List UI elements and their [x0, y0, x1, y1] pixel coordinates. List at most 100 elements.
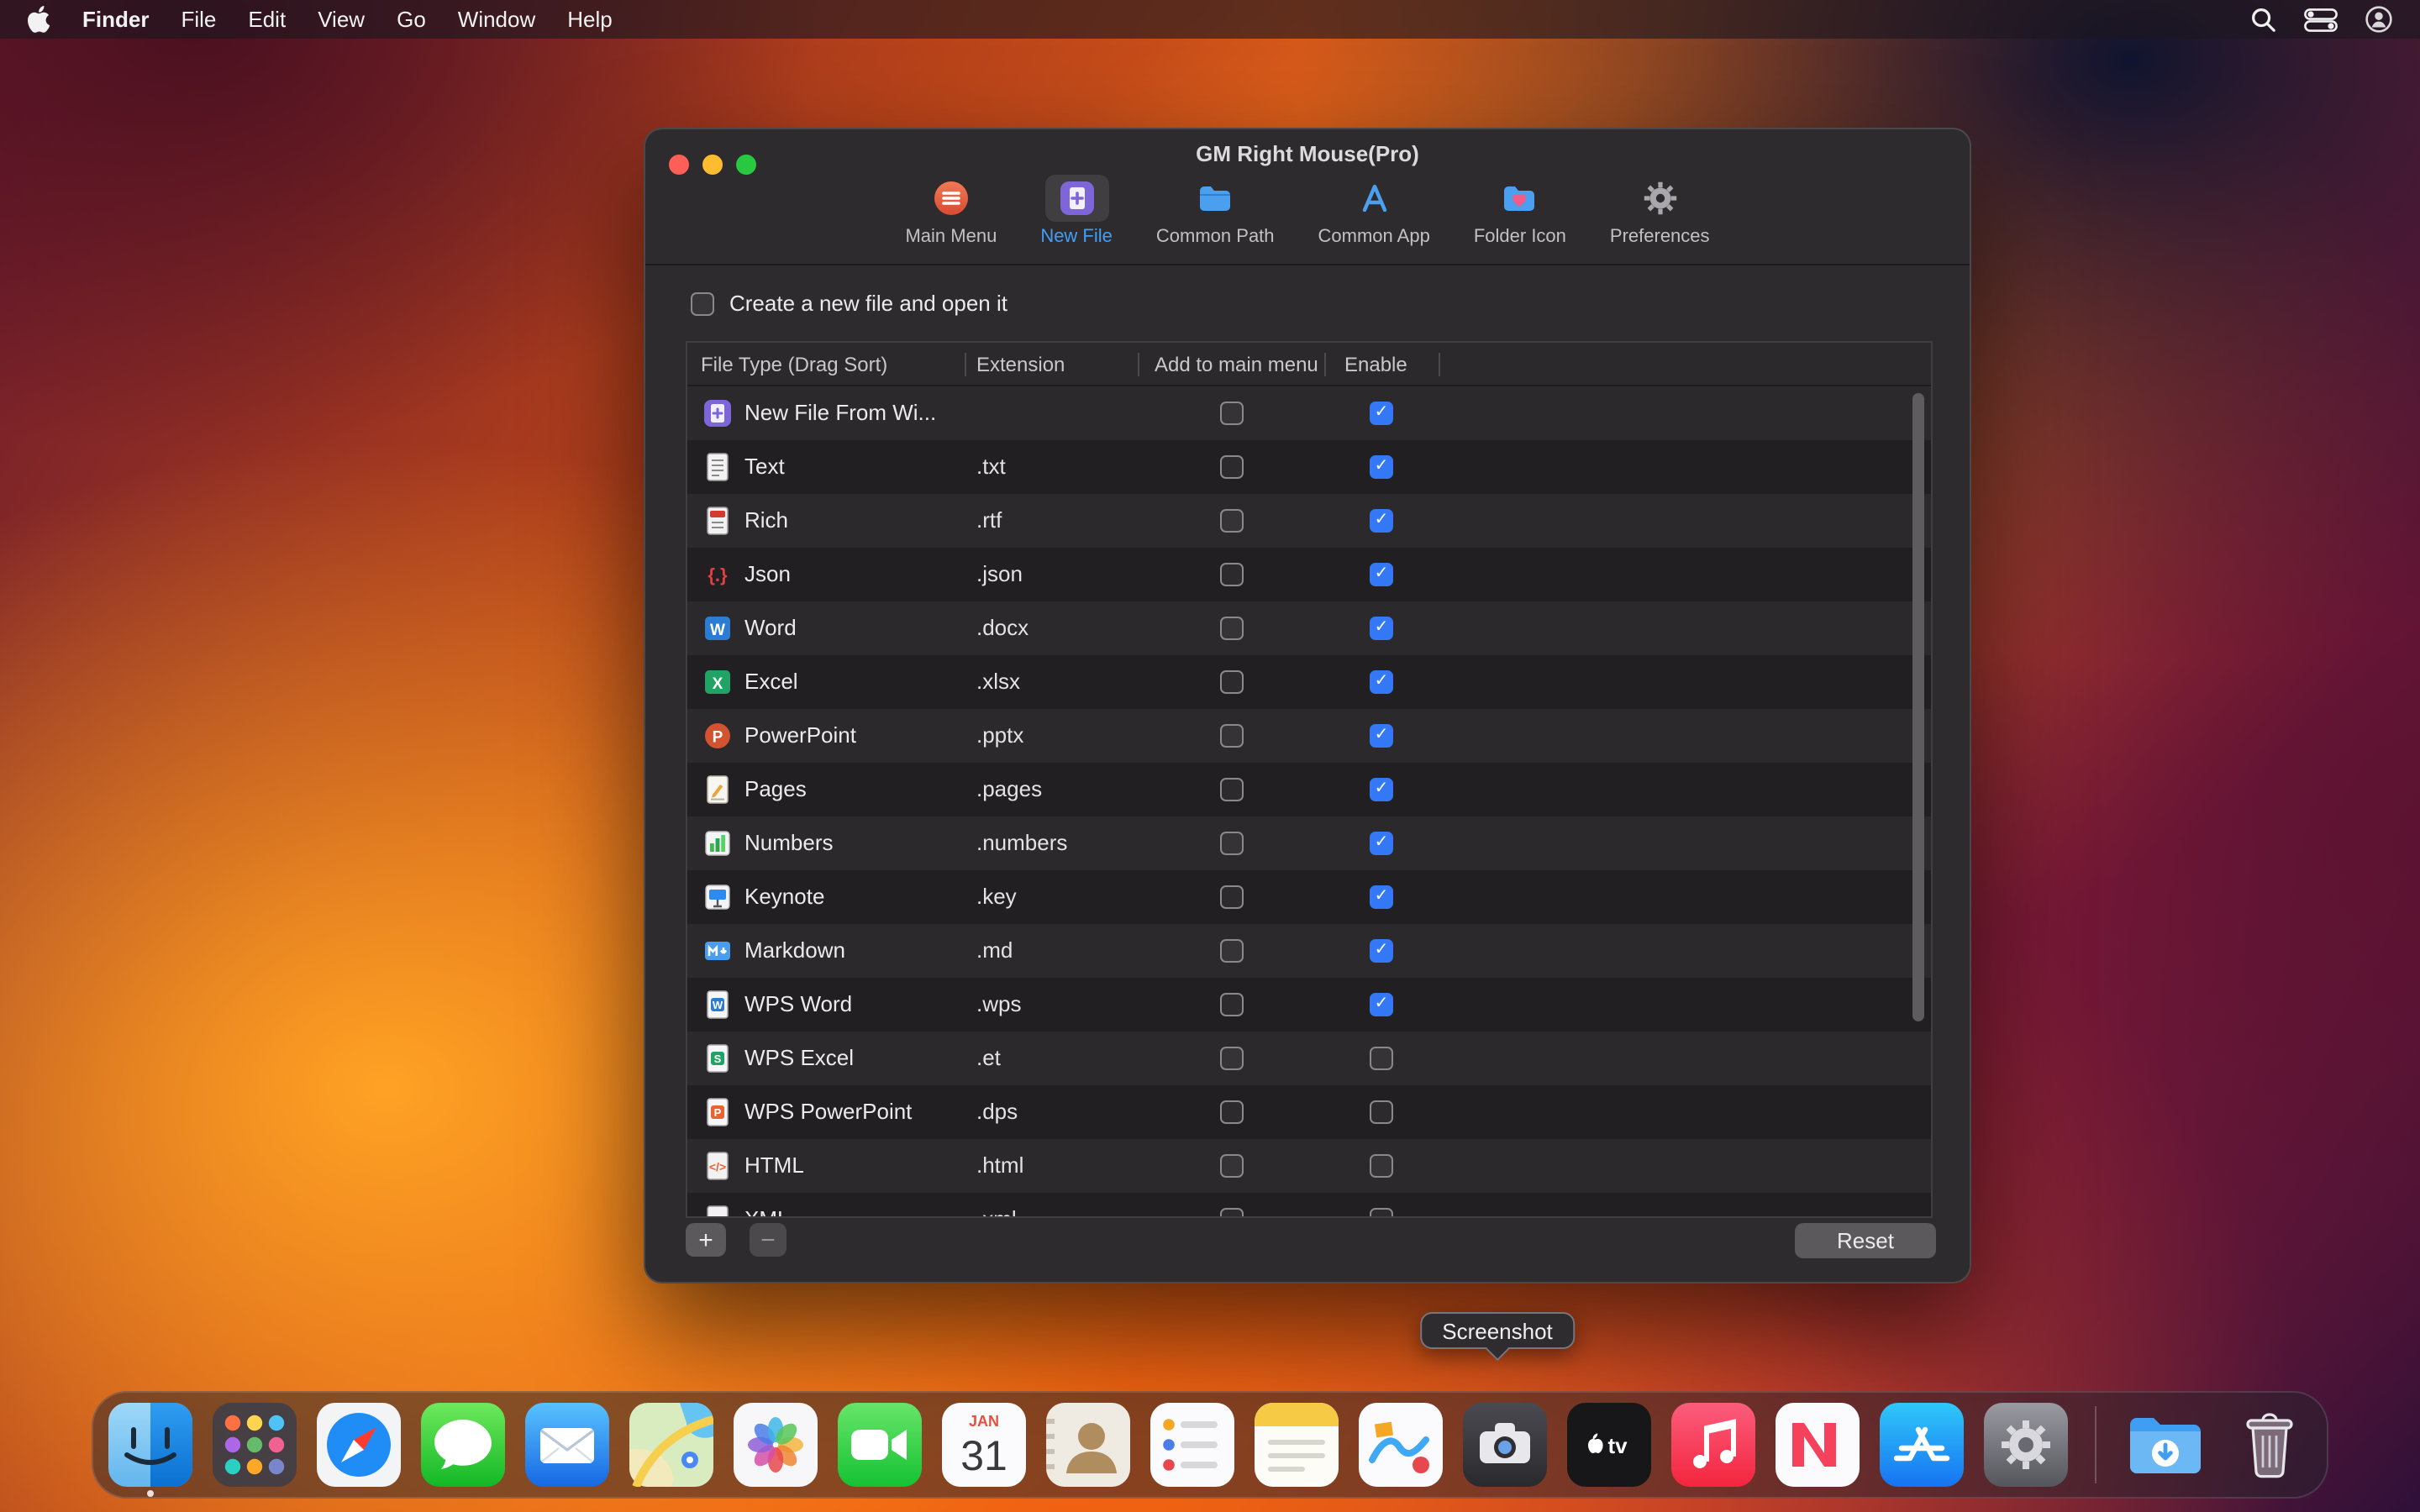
- filetype-numbers-icon: [702, 828, 733, 858]
- screenshot-tooltip: Screenshot: [1420, 1312, 1575, 1349]
- table-row[interactable]: SWPS Excel.et: [687, 1032, 1931, 1085]
- dock-item-appletv[interactable]: tv: [1567, 1403, 1651, 1487]
- enable-checkbox[interactable]: [1370, 1047, 1393, 1070]
- dock-item-calendar[interactable]: JAN31: [942, 1403, 1026, 1487]
- user-switch-icon[interactable]: [2365, 5, 2393, 34]
- filetype-keynote-icon: [702, 882, 733, 912]
- create-file-checkbox[interactable]: [691, 291, 714, 315]
- tab-common-path[interactable]: Common Path: [1143, 175, 1288, 247]
- scrollbar-thumb[interactable]: [1912, 393, 1924, 1021]
- add-to-main-menu-checkbox[interactable]: [1220, 993, 1244, 1016]
- dock-item-maps[interactable]: [629, 1403, 713, 1487]
- enable-checkbox[interactable]: ✓: [1370, 993, 1393, 1016]
- dock-item-mail[interactable]: [525, 1403, 609, 1487]
- add-to-main-menu-checkbox[interactable]: [1220, 939, 1244, 963]
- add-to-main-menu-checkbox[interactable]: [1220, 1047, 1244, 1070]
- remove-filetype-button[interactable]: −: [750, 1223, 786, 1257]
- table-row[interactable]: XMLXML.xml: [687, 1193, 1931, 1216]
- table-row[interactable]: </>HTML.html: [687, 1139, 1931, 1193]
- enable-checkbox[interactable]: ✓: [1370, 939, 1393, 963]
- add-to-main-menu-checkbox[interactable]: [1220, 1208, 1244, 1216]
- add-to-main-menu-checkbox[interactable]: [1220, 1100, 1244, 1124]
- add-to-main-menu-checkbox[interactable]: [1220, 885, 1244, 909]
- enable-checkbox[interactable]: ✓: [1370, 563, 1393, 586]
- table-row[interactable]: PWPS PowerPoint.dps: [687, 1085, 1931, 1139]
- col-extension[interactable]: Extension: [976, 343, 1065, 386]
- add-to-main-menu-checkbox[interactable]: [1220, 455, 1244, 479]
- menu-item-file[interactable]: File: [181, 7, 216, 32]
- tab-preferences[interactable]: Preferences: [1597, 175, 1723, 247]
- menu-item-go[interactable]: Go: [397, 7, 426, 32]
- enable-checkbox[interactable]: ✓: [1370, 617, 1393, 640]
- dock-item-contacts[interactable]: [1046, 1403, 1130, 1487]
- add-to-main-menu-checkbox[interactable]: [1220, 1154, 1244, 1178]
- enable-checkbox[interactable]: [1370, 1208, 1393, 1216]
- dock-item-settings[interactable]: [1984, 1403, 2068, 1487]
- dock-item-launchpad[interactable]: [213, 1403, 297, 1487]
- dock-item-photos[interactable]: [734, 1403, 818, 1487]
- add-to-main-menu-checkbox[interactable]: [1220, 832, 1244, 855]
- enable-checkbox[interactable]: ✓: [1370, 670, 1393, 694]
- add-to-main-menu-checkbox[interactable]: [1220, 563, 1244, 586]
- table-row[interactable]: PPowerPoint.pptx✓: [687, 709, 1931, 763]
- enable-checkbox[interactable]: ✓: [1370, 778, 1393, 801]
- col-enable[interactable]: Enable: [1344, 343, 1407, 386]
- dock-item-downloads[interactable]: [2123, 1403, 2207, 1487]
- add-to-main-menu-checkbox[interactable]: [1220, 402, 1244, 425]
- add-to-main-menu-checkbox[interactable]: [1220, 509, 1244, 533]
- desktop: Finder FileEditViewGoWindowHelp GM Right…: [0, 0, 2420, 1512]
- table-row[interactable]: Markdown.md✓: [687, 924, 1931, 978]
- add-to-main-menu-checkbox[interactable]: [1220, 724, 1244, 748]
- enable-checkbox[interactable]: ✓: [1370, 509, 1393, 533]
- enable-checkbox[interactable]: ✓: [1370, 832, 1393, 855]
- tab-folder-icon[interactable]: Folder Icon: [1460, 175, 1580, 247]
- table-row[interactable]: Numbers.numbers✓: [687, 816, 1931, 870]
- dock-item-finder[interactable]: [108, 1403, 192, 1487]
- tab-main-menu[interactable]: Main Menu: [892, 175, 1010, 247]
- dock-item-reminders[interactable]: [1150, 1403, 1234, 1487]
- main-menu-icon: [919, 175, 983, 222]
- search-icon[interactable]: [2249, 5, 2277, 34]
- tab-new-file[interactable]: New File: [1027, 175, 1126, 247]
- dock-item-messages[interactable]: [421, 1403, 505, 1487]
- menu-item-edit[interactable]: Edit: [248, 7, 286, 32]
- menu-item-help[interactable]: Help: [567, 7, 613, 32]
- menu-item-view[interactable]: View: [318, 7, 365, 32]
- add-to-main-menu-checkbox[interactable]: [1220, 670, 1244, 694]
- add-filetype-button[interactable]: +: [686, 1223, 726, 1257]
- table-row[interactable]: Rich.rtf✓: [687, 494, 1931, 548]
- table-row[interactable]: New File From Wi...✓: [687, 386, 1931, 440]
- table-row[interactable]: Pages.pages✓: [687, 763, 1931, 816]
- dock-item-freeform[interactable]: [1359, 1403, 1443, 1487]
- table-row[interactable]: Keynote.key✓: [687, 870, 1931, 924]
- apple-menu-icon[interactable]: [27, 5, 50, 34]
- enable-checkbox[interactable]: [1370, 1154, 1393, 1178]
- dock-item-news[interactable]: [1776, 1403, 1860, 1487]
- menu-item-window[interactable]: Window: [458, 7, 536, 32]
- add-to-main-menu-checkbox[interactable]: [1220, 617, 1244, 640]
- control-center-icon[interactable]: [2304, 8, 2338, 31]
- dock-item-appstore[interactable]: [1880, 1403, 1964, 1487]
- dock-item-screenshot[interactable]: [1463, 1403, 1547, 1487]
- table-row[interactable]: Text.txt✓: [687, 440, 1931, 494]
- dock-item-safari[interactable]: [317, 1403, 401, 1487]
- col-file-type[interactable]: File Type (Drag Sort): [701, 343, 887, 386]
- enable-checkbox[interactable]: ✓: [1370, 885, 1393, 909]
- dock-item-music[interactable]: [1671, 1403, 1755, 1487]
- enable-checkbox[interactable]: ✓: [1370, 724, 1393, 748]
- table-row[interactable]: WWord.docx✓: [687, 601, 1931, 655]
- dock-item-notes[interactable]: [1255, 1403, 1339, 1487]
- table-row[interactable]: XExcel.xlsx✓: [687, 655, 1931, 709]
- add-to-main-menu-checkbox[interactable]: [1220, 778, 1244, 801]
- table-row[interactable]: {.}Json.json✓: [687, 548, 1931, 601]
- enable-checkbox[interactable]: ✓: [1370, 455, 1393, 479]
- col-add-to-main-menu[interactable]: Add to main menu: [1155, 343, 1318, 386]
- enable-checkbox[interactable]: [1370, 1100, 1393, 1124]
- tab-common-app[interactable]: Common App: [1305, 175, 1444, 247]
- dock-item-trash[interactable]: [2228, 1403, 2312, 1487]
- table-row[interactable]: WWPS Word.wps✓: [687, 978, 1931, 1032]
- menu-app-name[interactable]: Finder: [82, 7, 149, 32]
- enable-checkbox[interactable]: ✓: [1370, 402, 1393, 425]
- reset-button[interactable]: Reset: [1795, 1223, 1936, 1258]
- dock-item-facetime[interactable]: [838, 1403, 922, 1487]
